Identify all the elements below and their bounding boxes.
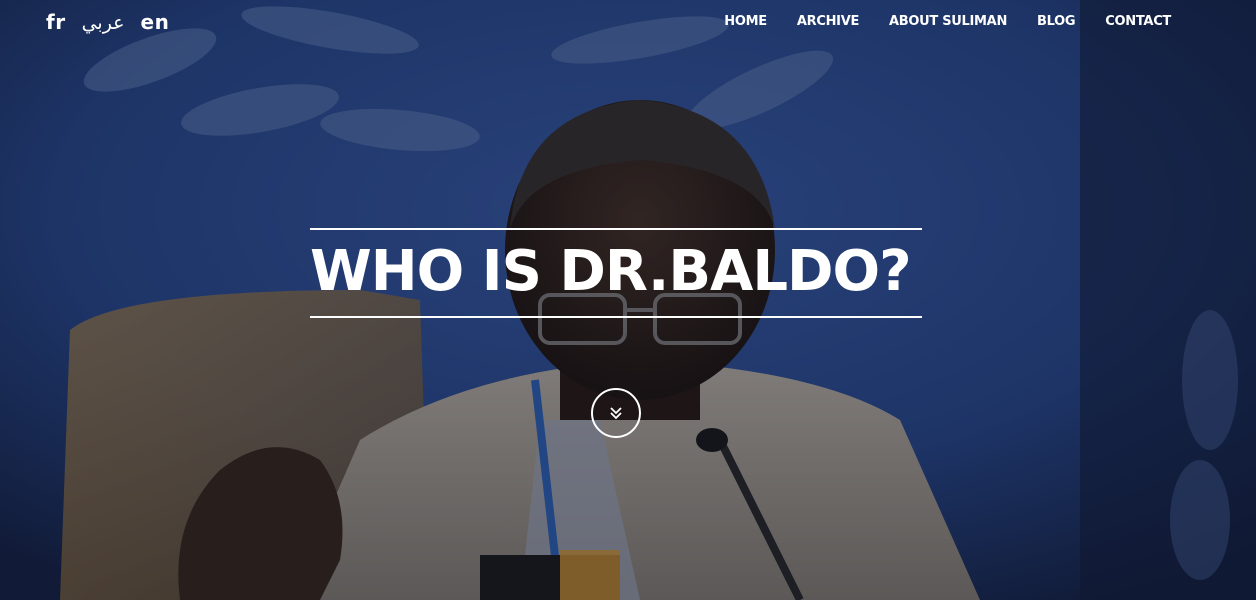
hero-title: WHO IS DR.BALDO? bbox=[310, 239, 912, 304]
nav-item-about-suliman[interactable]: ABOUT SULIMAN bbox=[889, 14, 1007, 29]
lang-link-ar[interactable]: عربي bbox=[82, 12, 125, 34]
hero-title-block: WHO IS DR.BALDO? bbox=[310, 228, 922, 318]
title-bottom-rule bbox=[310, 316, 922, 318]
nav-item-home[interactable]: HOME bbox=[724, 14, 767, 29]
nav-item-blog[interactable]: BLOG bbox=[1037, 14, 1076, 29]
double-chevron-down-icon bbox=[610, 407, 622, 420]
hero-section: fr عربي en HOME ARCHIVE ABOUT SULIMAN BL… bbox=[0, 0, 1256, 600]
scroll-down-button[interactable] bbox=[591, 388, 641, 438]
language-switcher: fr عربي en bbox=[46, 10, 169, 34]
nav-item-archive[interactable]: ARCHIVE bbox=[797, 14, 859, 29]
nav-item-contact[interactable]: CONTACT bbox=[1105, 14, 1171, 29]
lang-link-fr[interactable]: fr bbox=[46, 10, 66, 34]
lang-link-en[interactable]: en bbox=[141, 10, 170, 34]
main-nav: HOME ARCHIVE ABOUT SULIMAN BLOG CONTACT bbox=[724, 14, 1171, 29]
